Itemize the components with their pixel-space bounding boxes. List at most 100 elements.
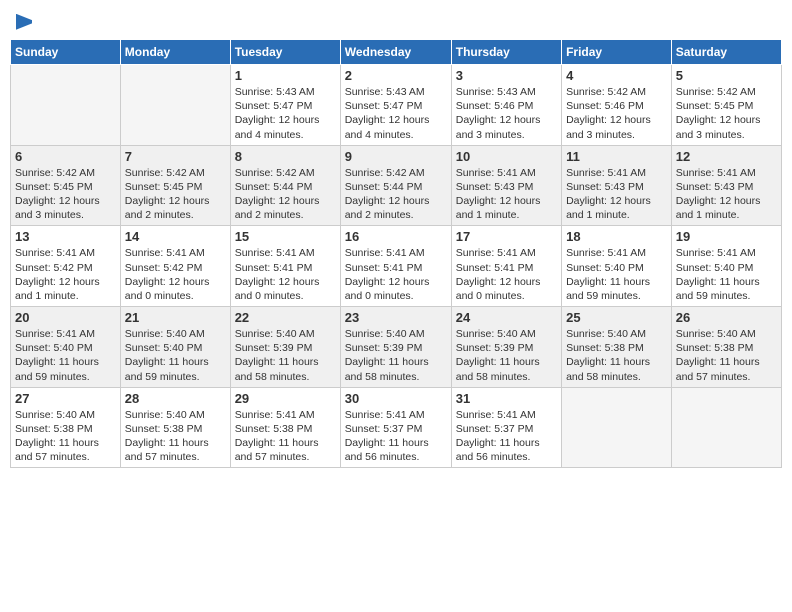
calendar-cell [671,387,781,468]
day-number: 6 [15,149,116,164]
day-info: Sunrise: 5:40 AM Sunset: 5:39 PM Dayligh… [456,327,557,384]
calendar-cell: 1 Sunrise: 5:43 AM Sunset: 5:47 PM Daylig… [230,65,340,146]
day-number: 5 [676,68,777,83]
day-number: 8 [235,149,336,164]
calendar-cell: 19 Sunrise: 5:41 AM Sunset: 5:40 PM Dayli… [671,226,781,307]
weekday-header-friday: Friday [562,40,672,65]
day-info: Sunrise: 5:41 AM Sunset: 5:43 PM Dayligh… [456,166,557,223]
day-info: Sunrise: 5:41 AM Sunset: 5:41 PM Dayligh… [235,246,336,303]
calendar-cell: 23 Sunrise: 5:40 AM Sunset: 5:39 PM Dayli… [340,307,451,388]
day-number: 28 [125,391,226,406]
weekday-header-monday: Monday [120,40,230,65]
calendar-cell: 8 Sunrise: 5:42 AM Sunset: 5:44 PM Daylig… [230,145,340,226]
calendar-table: SundayMondayTuesdayWednesdayThursdayFrid… [10,39,782,468]
day-number: 3 [456,68,557,83]
logo [14,10,32,31]
calendar-cell: 22 Sunrise: 5:40 AM Sunset: 5:39 PM Dayli… [230,307,340,388]
day-info: Sunrise: 5:41 AM Sunset: 5:37 PM Dayligh… [456,408,557,465]
calendar-cell: 5 Sunrise: 5:42 AM Sunset: 5:45 PM Daylig… [671,65,781,146]
day-number: 19 [676,229,777,244]
day-number: 22 [235,310,336,325]
calendar-cell: 25 Sunrise: 5:40 AM Sunset: 5:38 PM Dayli… [562,307,672,388]
day-info: Sunrise: 5:42 AM Sunset: 5:44 PM Dayligh… [235,166,336,223]
day-number: 17 [456,229,557,244]
day-number: 10 [456,149,557,164]
day-info: Sunrise: 5:43 AM Sunset: 5:47 PM Dayligh… [235,85,336,142]
day-info: Sunrise: 5:42 AM Sunset: 5:46 PM Dayligh… [566,85,667,142]
calendar-cell: 26 Sunrise: 5:40 AM Sunset: 5:38 PM Dayli… [671,307,781,388]
calendar-cell: 6 Sunrise: 5:42 AM Sunset: 5:45 PM Daylig… [11,145,121,226]
calendar-cell: 7 Sunrise: 5:42 AM Sunset: 5:45 PM Daylig… [120,145,230,226]
weekday-header-thursday: Thursday [451,40,561,65]
day-number: 23 [345,310,447,325]
calendar-week-2: 6 Sunrise: 5:42 AM Sunset: 5:45 PM Daylig… [11,145,782,226]
day-info: Sunrise: 5:41 AM Sunset: 5:40 PM Dayligh… [566,246,667,303]
calendar-cell: 21 Sunrise: 5:40 AM Sunset: 5:40 PM Dayli… [120,307,230,388]
weekday-header-wednesday: Wednesday [340,40,451,65]
day-info: Sunrise: 5:42 AM Sunset: 5:45 PM Dayligh… [15,166,116,223]
calendar-cell: 27 Sunrise: 5:40 AM Sunset: 5:38 PM Dayli… [11,387,121,468]
weekday-header-saturday: Saturday [671,40,781,65]
day-info: Sunrise: 5:41 AM Sunset: 5:40 PM Dayligh… [676,246,777,303]
day-info: Sunrise: 5:41 AM Sunset: 5:38 PM Dayligh… [235,408,336,465]
day-number: 7 [125,149,226,164]
calendar-week-4: 20Sunrise: 5:41 AM Sunset: 5:40 PM Dayli… [11,307,782,388]
day-info: Sunrise: 5:40 AM Sunset: 5:39 PM Dayligh… [235,327,336,384]
day-info: Sunrise: 5:41 AM Sunset: 5:42 PM Dayligh… [125,246,226,303]
day-info: Sunrise: 5:40 AM Sunset: 5:39 PM Dayligh… [345,327,447,384]
day-info: Sunrise: 5:41 AM Sunset: 5:43 PM Dayligh… [566,166,667,223]
day-number: 31 [456,391,557,406]
calendar-cell [11,65,121,146]
calendar-cell: 9 Sunrise: 5:42 AM Sunset: 5:44 PM Daylig… [340,145,451,226]
day-number: 9 [345,149,447,164]
day-info: Sunrise: 5:43 AM Sunset: 5:46 PM Dayligh… [456,85,557,142]
calendar-cell: 12 Sunrise: 5:41 AM Sunset: 5:43 PM Dayli… [671,145,781,226]
day-info: Sunrise: 5:40 AM Sunset: 5:38 PM Dayligh… [125,408,226,465]
day-info: Sunrise: 5:40 AM Sunset: 5:38 PM Dayligh… [15,408,116,465]
calendar-cell: 31 Sunrise: 5:41 AM Sunset: 5:37 PM Dayli… [451,387,561,468]
calendar-week-5: 27 Sunrise: 5:40 AM Sunset: 5:38 PM Dayli… [11,387,782,468]
day-number: 15 [235,229,336,244]
calendar-cell: 4 Sunrise: 5:42 AM Sunset: 5:46 PM Daylig… [562,65,672,146]
calendar-cell: 15 Sunrise: 5:41 AM Sunset: 5:41 PM Dayli… [230,226,340,307]
day-info: Sunrise: 5:41 AM Sunset: 5:41 PM Dayligh… [456,246,557,303]
calendar-cell [562,387,672,468]
calendar-cell: 24 Sunrise: 5:40 AM Sunset: 5:39 PM Dayli… [451,307,561,388]
calendar-cell: 20Sunrise: 5:41 AM Sunset: 5:40 PM Dayli… [11,307,121,388]
calendar-week-1: 1 Sunrise: 5:43 AM Sunset: 5:47 PM Daylig… [11,65,782,146]
day-number: 25 [566,310,667,325]
day-info: Sunrise: 5:40 AM Sunset: 5:40 PM Dayligh… [125,327,226,384]
weekday-header-row: SundayMondayTuesdayWednesdayThursdayFrid… [11,40,782,65]
day-number: 18 [566,229,667,244]
calendar-cell: 11 Sunrise: 5:41 AM Sunset: 5:43 PM Dayli… [562,145,672,226]
day-number: 30 [345,391,447,406]
day-info: Sunrise: 5:40 AM Sunset: 5:38 PM Dayligh… [566,327,667,384]
calendar-cell: 3 Sunrise: 5:43 AM Sunset: 5:46 PM Daylig… [451,65,561,146]
logo-icon [16,14,32,30]
day-info: Sunrise: 5:41 AM Sunset: 5:42 PM Dayligh… [15,246,116,303]
day-number: 14 [125,229,226,244]
day-number: 27 [15,391,116,406]
day-info: Sunrise: 5:42 AM Sunset: 5:45 PM Dayligh… [676,85,777,142]
weekday-header-sunday: Sunday [11,40,121,65]
day-number: 4 [566,68,667,83]
day-info: Sunrise: 5:40 AM Sunset: 5:38 PM Dayligh… [676,327,777,384]
day-number: 21 [125,310,226,325]
day-info: Sunrise: 5:41 AM Sunset: 5:40 PM Dayligh… [15,327,116,384]
day-number: 11 [566,149,667,164]
weekday-header-tuesday: Tuesday [230,40,340,65]
day-number: 29 [235,391,336,406]
calendar-cell: 17 Sunrise: 5:41 AM Sunset: 5:41 PM Dayli… [451,226,561,307]
calendar-cell: 30 Sunrise: 5:41 AM Sunset: 5:37 PM Dayli… [340,387,451,468]
day-info: Sunrise: 5:42 AM Sunset: 5:45 PM Dayligh… [125,166,226,223]
day-number: 1 [235,68,336,83]
day-info: Sunrise: 5:41 AM Sunset: 5:37 PM Dayligh… [345,408,447,465]
calendar-cell [120,65,230,146]
calendar-week-3: 13Sunrise: 5:41 AM Sunset: 5:42 PM Dayli… [11,226,782,307]
day-info: Sunrise: 5:42 AM Sunset: 5:44 PM Dayligh… [345,166,447,223]
day-number: 12 [676,149,777,164]
day-info: Sunrise: 5:41 AM Sunset: 5:43 PM Dayligh… [676,166,777,223]
day-number: 2 [345,68,447,83]
day-number: 24 [456,310,557,325]
day-number: 26 [676,310,777,325]
